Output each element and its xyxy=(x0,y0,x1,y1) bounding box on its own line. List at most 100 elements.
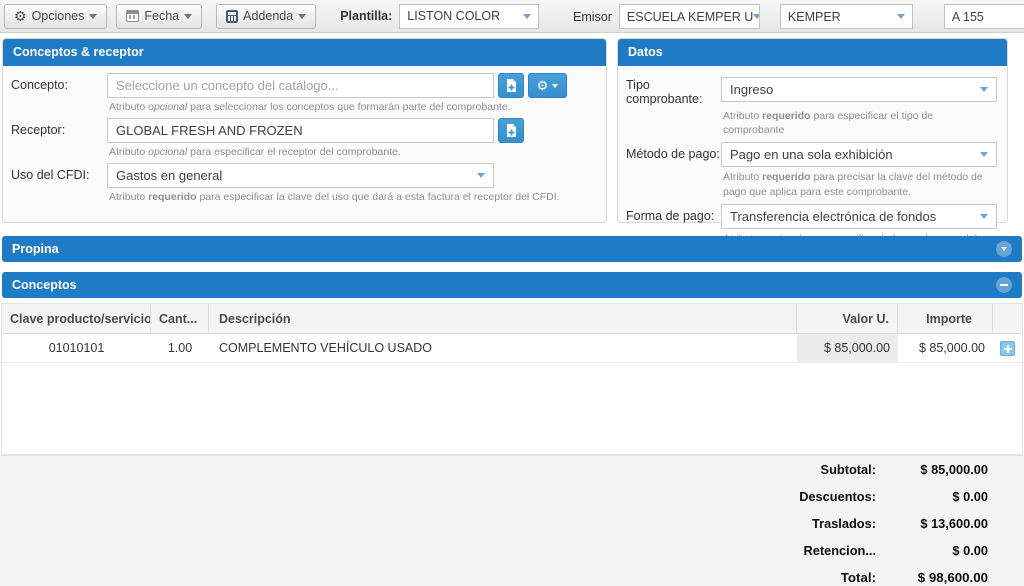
metodo-pago-select[interactable]: Pago en una sola exhibición xyxy=(721,142,997,167)
chevron-down-icon xyxy=(477,173,485,178)
chevron-down-icon xyxy=(980,87,988,92)
uso-cfdi-field: Gastos en general xyxy=(107,163,596,188)
retenciones-value: $ 0.00 xyxy=(876,543,988,558)
conceptos-receptor-panel: Conceptos & receptor Concepto: ⚙ xyxy=(2,38,607,223)
plantilla-select-value: LISTON COLOR xyxy=(407,9,500,23)
column-header-clave[interactable]: Clave producto/servicio xyxy=(2,304,151,333)
uso-cfdi-row: Uso del CFDI: Gastos en general xyxy=(11,163,596,188)
forma-pago-field: Transferencia electrónica de fondos xyxy=(721,204,997,229)
uso-cfdi-value: Gastos en general xyxy=(116,168,222,183)
column-header-descripcion[interactable]: Descripción xyxy=(209,304,797,333)
opciones-button[interactable]: ⚙ Opciones xyxy=(4,4,107,29)
totals-summary: Subtotal: $ 85,000.00 Descuentos: $ 0.00… xyxy=(0,455,1024,586)
cell-importe[interactable]: $ 85,000.00 xyxy=(898,334,993,362)
help-emphasis: requerido xyxy=(762,171,810,183)
conceptos-section-header[interactable]: Conceptos xyxy=(2,272,1022,298)
concepto-catalog-button[interactable] xyxy=(498,73,524,98)
tipo-comprobante-value: Ingreso xyxy=(730,82,773,97)
descuentos-row: Descuentos: $ 0.00 xyxy=(0,483,988,510)
help-text: Atributo xyxy=(109,101,145,113)
cell-actions xyxy=(993,334,1022,362)
panel-title: Datos xyxy=(618,39,1007,66)
subtotal-value: $ 85,000.00 xyxy=(876,462,988,477)
cell-clave[interactable]: 01010101 xyxy=(2,334,151,362)
receptor-help: Atributo opcional para especificar el re… xyxy=(107,143,596,163)
document-plus-icon xyxy=(506,79,517,93)
conceptos-title: Conceptos xyxy=(12,278,77,292)
receptor-label: Receptor: xyxy=(11,118,107,143)
tipo-comprobante-select[interactable]: Ingreso xyxy=(721,77,997,102)
fecha-button[interactable]: Fecha xyxy=(116,4,202,29)
gear-icon: ⚙ xyxy=(537,79,549,92)
cell-cantidad[interactable]: 1.00 xyxy=(151,334,209,362)
tipo-comprobante-row: Tipo comprobante: Ingreso xyxy=(626,73,997,106)
add-concepto-button[interactable] xyxy=(1000,341,1015,356)
emisor-sucursal-value: KEMPER xyxy=(788,10,841,24)
column-header-actions xyxy=(993,304,1022,333)
traslados-row: Traslados: $ 13,600.00 xyxy=(0,510,988,537)
receptor-input[interactable] xyxy=(107,118,494,143)
uso-cfdi-select[interactable]: Gastos en general xyxy=(107,163,494,188)
emisor-label: Emisor xyxy=(573,10,612,24)
chevron-down-icon xyxy=(184,14,192,19)
help-text: Atributo xyxy=(109,191,145,203)
column-header-importe[interactable]: Importe xyxy=(898,304,993,333)
metodo-pago-field: Pago en una sola exhibición xyxy=(721,142,997,167)
conceptos-collapse-button[interactable] xyxy=(996,277,1012,293)
addenda-button[interactable]: Addenda xyxy=(216,4,316,29)
emisor-serie-select[interactable]: A 155 xyxy=(944,4,1024,29)
column-header-cantidad[interactable]: Cant... xyxy=(151,304,209,333)
help-emphasis: opcional xyxy=(148,101,187,113)
receptor-catalog-button[interactable] xyxy=(498,118,524,143)
forma-pago-select[interactable]: Transferencia electrónica de fondos xyxy=(721,204,997,229)
concepto-options-button[interactable]: ⚙ xyxy=(528,73,567,98)
emisor-group: Emisor ESCUELA KEMPER U KEMPER A 155 xyxy=(573,4,1024,29)
propina-section-header[interactable]: Propina xyxy=(2,236,1022,262)
forma-pago-row: Forma de pago: Transferencia electrónica… xyxy=(626,204,997,229)
table-row[interactable]: 01010101 1.00 COMPLEMENTO VEHÍCULO USADO… xyxy=(2,334,1022,363)
emisor-empresa-select[interactable]: ESCUELA KEMPER U xyxy=(619,4,760,29)
metodo-pago-row: Método de pago: Pago en una sola exhibic… xyxy=(626,142,997,167)
retenciones-row: Retencion... $ 0.00 xyxy=(0,537,988,564)
chevron-down-icon xyxy=(1001,247,1007,251)
chevron-down-icon xyxy=(89,14,97,19)
addenda-button-label: Addenda xyxy=(243,9,293,23)
chevron-down-icon xyxy=(298,14,306,19)
concepto-input[interactable] xyxy=(107,73,494,98)
help-emphasis: opcional xyxy=(148,146,187,158)
uso-cfdi-help: Atributo requerido para especificar la c… xyxy=(107,188,596,208)
total-label: Total: xyxy=(841,570,876,585)
receptor-row: Receptor: xyxy=(11,118,596,143)
plantilla-select[interactable]: LISTON COLOR xyxy=(399,4,539,29)
metodo-pago-label: Método de pago: xyxy=(626,142,721,167)
tipo-comprobante-label: Tipo comprobante: xyxy=(626,73,721,106)
panel-title: Conceptos & receptor xyxy=(3,39,606,66)
tipo-comprobante-help: Atributo requerido para especificar el t… xyxy=(721,106,997,142)
total-value: $ 98,600.00 xyxy=(876,570,988,585)
metodo-pago-help: Atributo requerido para precisar la clav… xyxy=(721,167,997,203)
chevron-down-icon xyxy=(897,14,905,19)
chevron-down-icon xyxy=(980,152,988,157)
column-header-valor-unitario[interactable]: Valor U. xyxy=(797,304,898,333)
cell-valor-unitario[interactable]: $ 85,000.00 xyxy=(797,334,898,362)
total-row: Total: $ 98,600.00 xyxy=(0,564,988,586)
emisor-sucursal-select[interactable]: KEMPER xyxy=(780,4,913,29)
top-toolbar: ⚙ Opciones Fecha Addenda Plantilla: LIST… xyxy=(0,0,1024,33)
panel-body: Concepto: ⚙ Atributo opc xyxy=(3,66,606,208)
chevron-down-icon xyxy=(753,14,760,19)
receptor-field xyxy=(107,118,596,143)
grid-header-row: Clave producto/servicio Cant... Descripc… xyxy=(2,304,1022,334)
help-emphasis: requerido xyxy=(762,110,810,122)
concepto-row: Concepto: ⚙ xyxy=(11,73,596,98)
forma-pago-value: Transferencia electrónica de fondos xyxy=(730,209,936,224)
propina-expand-button[interactable] xyxy=(996,241,1012,257)
traslados-value: $ 13,600.00 xyxy=(876,516,988,531)
uso-cfdi-label: Uso del CFDI: xyxy=(11,163,107,188)
subtotal-label: Subtotal: xyxy=(821,462,876,477)
emisor-empresa-value: ESCUELA KEMPER U xyxy=(627,10,753,24)
descuentos-value: $ 0.00 xyxy=(876,489,988,504)
chevron-down-icon xyxy=(552,84,558,88)
datos-panel: Datos Tipo comprobante: Ingreso Atributo… xyxy=(617,38,1008,223)
chevron-down-icon xyxy=(523,14,531,19)
cell-descripcion[interactable]: COMPLEMENTO VEHÍCULO USADO xyxy=(209,334,797,362)
